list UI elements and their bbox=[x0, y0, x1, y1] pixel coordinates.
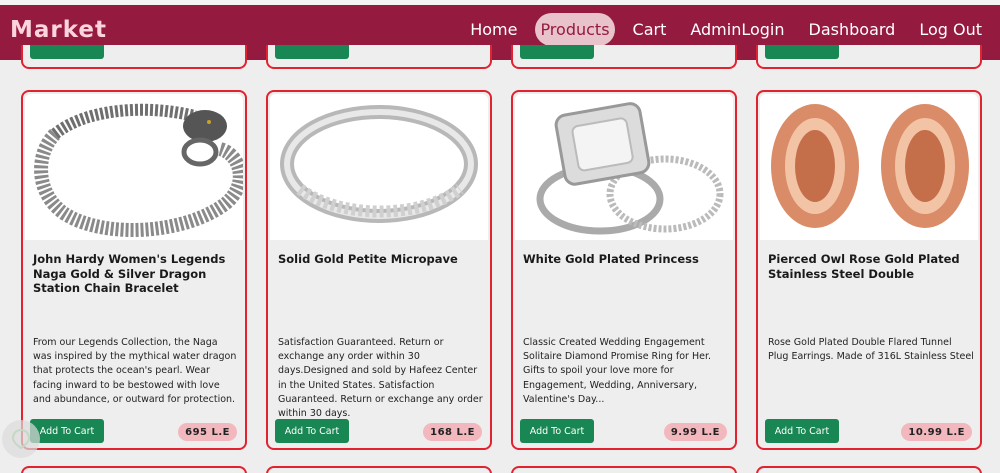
princess-ring-image bbox=[515, 94, 733, 240]
product-description: Classic Created Wedding Engagement Solit… bbox=[523, 337, 711, 405]
next-row-card bbox=[511, 466, 737, 473]
product-title: Pierced Owl Rose Gold Plated Stainless S… bbox=[768, 252, 960, 281]
nav-cart-link[interactable]: Cart bbox=[627, 13, 673, 46]
add-to-cart-button[interactable]: Add To Cart bbox=[765, 419, 839, 443]
add-to-cart-button[interactable] bbox=[520, 45, 594, 59]
product-description: Rose Gold Plated Double Flared Tunnel Pl… bbox=[768, 337, 974, 363]
previous-row-card bbox=[21, 45, 247, 69]
nav-logout-link[interactable]: Log Out bbox=[913, 13, 988, 46]
product-card: Pierced Owl Rose Gold Plated Stainless S… bbox=[756, 90, 982, 450]
nav-dashboard-link[interactable]: Dashboard bbox=[803, 13, 902, 46]
add-to-cart-button[interactable] bbox=[30, 45, 104, 59]
nav-links: Home Products Cart AdminLogin Dashboard … bbox=[464, 13, 988, 46]
product-description: From our Legends Collection, the Naga wa… bbox=[33, 337, 237, 405]
add-to-cart-button[interactable]: Add To Cart bbox=[275, 419, 349, 443]
price-badge: 10.99 L.E bbox=[901, 423, 972, 441]
price-badge: 695 L.E bbox=[178, 423, 237, 441]
brand-logo[interactable]: Market bbox=[10, 17, 107, 43]
product-title: Solid Gold Petite Micropave bbox=[278, 252, 458, 266]
product-card: Solid Gold Petite Micropave Satisfaction… bbox=[266, 90, 492, 450]
product-title: John Hardy Women's Legends Naga Gold & S… bbox=[33, 252, 226, 295]
nav-products-link[interactable]: Products bbox=[535, 13, 615, 46]
nav-home-link[interactable]: Home bbox=[464, 13, 523, 46]
ring-image bbox=[270, 94, 488, 240]
product-card: White Gold Plated Princess Classic Creat… bbox=[511, 90, 737, 450]
tunnel-earrings-image bbox=[760, 94, 978, 240]
previous-row-card bbox=[756, 45, 982, 69]
nav-adminlogin-link[interactable]: AdminLogin bbox=[684, 13, 790, 46]
next-row-card bbox=[756, 466, 982, 473]
previous-row-card bbox=[266, 45, 492, 69]
product-title: White Gold Plated Princess bbox=[523, 252, 699, 266]
product-card: John Hardy Women's Legends Naga Gold & S… bbox=[21, 90, 247, 450]
add-to-cart-button[interactable]: Add To Cart bbox=[30, 419, 104, 443]
add-to-cart-button[interactable] bbox=[765, 45, 839, 59]
price-badge: 9.99 L.E bbox=[663, 423, 727, 441]
product-description: Satisfaction Guaranteed. Return or excha… bbox=[278, 337, 483, 420]
price-badge: 168 L.E bbox=[423, 423, 482, 441]
add-to-cart-button[interactable]: Add To Cart bbox=[520, 419, 594, 443]
add-to-cart-button[interactable] bbox=[275, 45, 349, 59]
next-row-card bbox=[21, 466, 247, 473]
next-row-card bbox=[266, 466, 492, 473]
pin-icon bbox=[2, 420, 40, 458]
previous-row-card bbox=[511, 45, 737, 69]
dragon-bracelet-image bbox=[25, 94, 243, 240]
